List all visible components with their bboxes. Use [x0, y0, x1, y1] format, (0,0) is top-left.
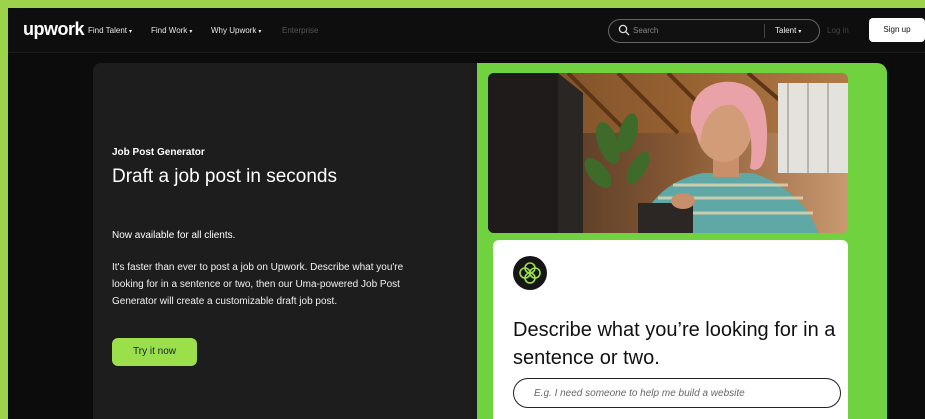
hero-subheadline: Now available for all clients. [112, 230, 236, 241]
search-icon [618, 24, 630, 36]
nav-enterprise[interactable]: Enterprise [282, 26, 318, 35]
nav-find-talent-label: Find Talent [88, 26, 127, 35]
woman-with-laptop-photo [488, 73, 848, 233]
chevron-down-icon: ▾ [798, 29, 802, 35]
job-description-input[interactable] [513, 378, 841, 408]
login-link[interactable]: Log in [827, 26, 849, 35]
hero-headline: Draft a job post in seconds [112, 166, 337, 187]
hero-photo [488, 73, 848, 233]
hero-visual-panel: Describe what you’re looking for in a se… [477, 63, 887, 419]
try-it-now-button[interactable]: Try it now [112, 338, 197, 366]
search-scope-dropdown[interactable]: Talent ▾ [775, 26, 801, 35]
hero-body: It's faster than ever to post a job on U… [112, 262, 404, 307]
eyebrow-label: Job Post Generator [112, 147, 205, 158]
chevron-down-icon: ▾ [189, 29, 193, 35]
nav-find-work[interactable]: Find Work ▾ [151, 26, 192, 35]
upwork-logo[interactable]: upwork [23, 19, 85, 40]
prompt-card-title: Describe what you’re looking for in a se… [513, 319, 836, 369]
nav-why-upwork-label: Why Upwork [211, 26, 257, 35]
top-navbar: upwork Find Talent ▾ Find Work ▾ Why Upwor… [8, 8, 925, 53]
nav-find-talent[interactable]: Find Talent ▾ [88, 26, 132, 35]
chevron-down-icon: ▾ [129, 29, 133, 35]
prompt-card: Describe what you’re looking for in a se… [493, 240, 848, 419]
app-window: upwork Find Talent ▾ Find Work ▾ Why Upwor… [8, 8, 925, 419]
search-scope-label: Talent [775, 26, 797, 35]
search-bar[interactable]: Search Talent ▾ [608, 19, 820, 43]
chevron-down-icon: ▾ [258, 29, 262, 35]
search-divider [764, 24, 765, 38]
uma-logo-icon [513, 256, 547, 290]
nav-why-upwork[interactable]: Why Upwork ▾ [211, 26, 261, 35]
hero-text-panel: Job Post Generator Draft a job post in s… [93, 63, 477, 419]
signup-button[interactable]: Sign up [869, 18, 925, 42]
search-placeholder[interactable]: Search [633, 26, 658, 35]
nav-find-work-label: Find Work [151, 26, 188, 35]
